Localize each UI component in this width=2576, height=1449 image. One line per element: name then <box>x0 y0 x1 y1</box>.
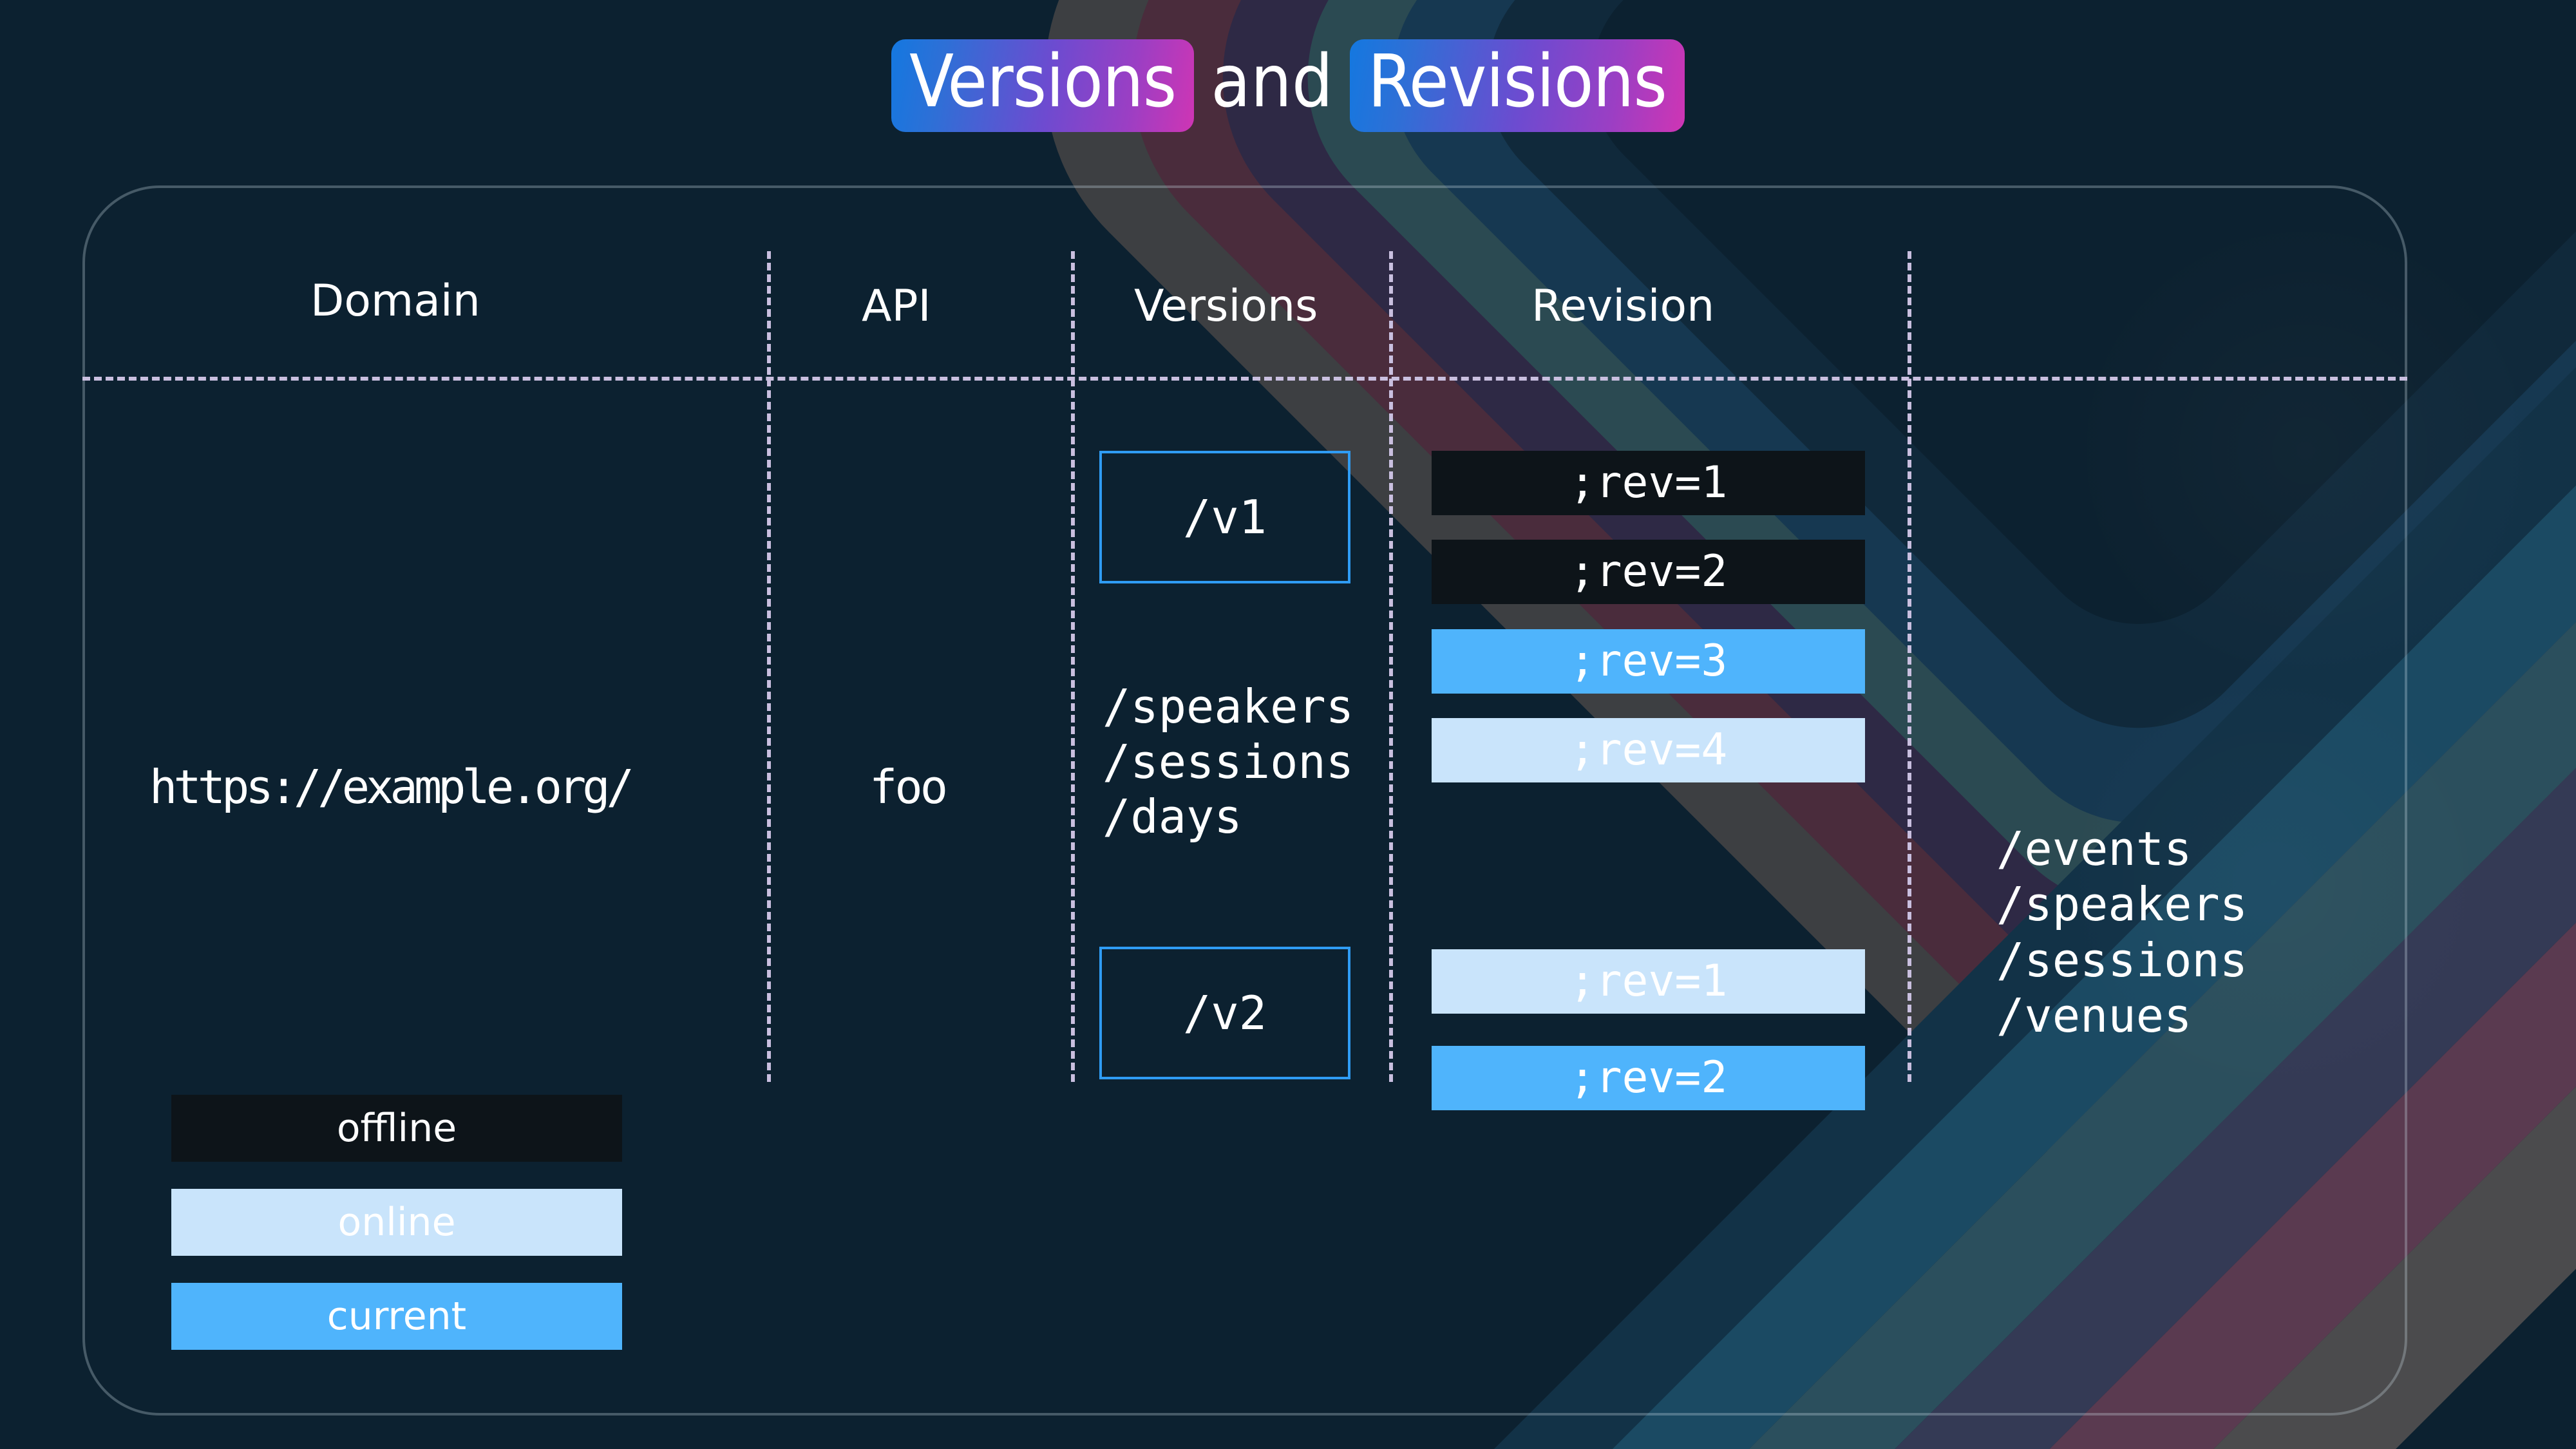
revision-chip-v1-rev2[interactable]: ;rev=2 <box>1432 540 1865 604</box>
title-conjunction: and <box>1211 40 1333 124</box>
version-box-v1[interactable]: /v1 <box>1099 451 1350 583</box>
revision-chip-v1-rev4[interactable]: ;rev=4 <box>1432 718 1865 782</box>
divider-revision-endpoints <box>1908 251 1911 1082</box>
api-value: foo <box>869 760 948 814</box>
version-box-v2[interactable]: /v2 <box>1099 947 1350 1079</box>
version-endpoint-list: /speakers /sessions /days <box>1103 679 1354 845</box>
legend-item-offline: offline <box>171 1095 622 1162</box>
revision-chip-v2-rev2[interactable]: ;rev=2 <box>1432 1046 1865 1110</box>
title-chip-versions: Versions <box>891 39 1195 132</box>
revision-endpoint-item: /speakers <box>1996 877 2248 932</box>
revision-chip-v1-rev3[interactable]: ;rev=3 <box>1432 629 1865 694</box>
domain-value: https://example.org/ <box>149 760 634 814</box>
revision-chip-v2-rev1[interactable]: ;rev=1 <box>1432 949 1865 1014</box>
title-chip-revisions: Revisions <box>1349 39 1685 132</box>
divider-header-row <box>82 377 2407 381</box>
revision-endpoint-list: /events /speakers /sessions /venues <box>1996 821 2248 1044</box>
revision-chip-v1-rev1[interactable]: ;rev=1 <box>1432 451 1865 515</box>
legend: offline online current <box>171 1095 622 1377</box>
column-header-api: API <box>862 281 931 332</box>
page-title: Versions and Revisions <box>0 37 2576 134</box>
revision-endpoint-item: /events <box>1996 822 2192 876</box>
divider-api-versions <box>1071 251 1075 1082</box>
legend-item-current: current <box>171 1283 622 1350</box>
column-header-domain: Domain <box>310 276 480 327</box>
version-endpoint-item: /days <box>1103 790 1242 844</box>
revision-endpoint-item: /sessions <box>1996 933 2248 987</box>
legend-item-online: online <box>171 1189 622 1256</box>
divider-versions-revision <box>1389 251 1393 1082</box>
revision-endpoint-item: /venues <box>1996 989 2192 1043</box>
version-endpoint-item: /speakers <box>1103 679 1354 734</box>
column-header-versions: Versions <box>1134 281 1318 332</box>
divider-domain-api <box>767 251 771 1082</box>
column-header-revision: Revision <box>1531 281 1715 332</box>
version-endpoint-item: /sessions <box>1103 734 1354 789</box>
